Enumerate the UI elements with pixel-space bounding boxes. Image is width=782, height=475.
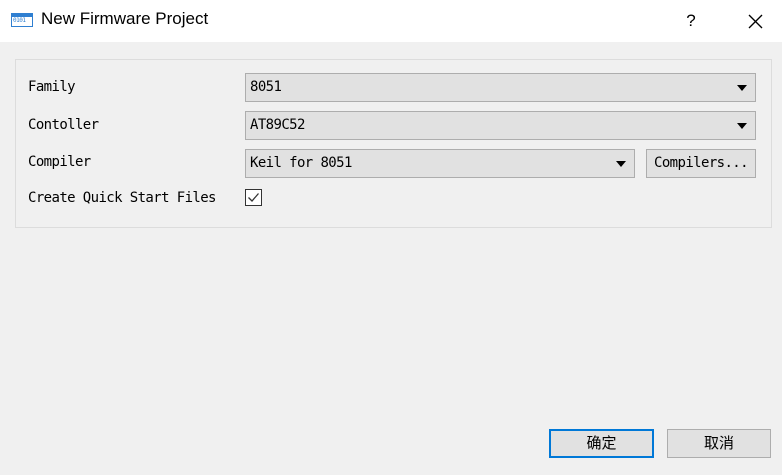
close-button[interactable] [737,6,773,36]
cancel-button[interactable]: 取消 [667,429,771,458]
chevron-down-icon [616,161,626,167]
compiler-label: Compiler [28,154,91,170]
checkmark-icon [248,193,259,202]
controller-label: Contoller [28,117,99,133]
title-bar: 0101 New Firmware Project ? [0,0,782,42]
app-icon-text: 0101 [13,17,26,24]
controller-value: AT89C52 [250,117,305,133]
chevron-down-icon [737,85,747,91]
window-title: New Firmware Project [41,9,209,28]
compiler-dropdown[interactable]: Keil for 8051 [245,149,635,178]
binary-app-icon: 0101 [11,13,33,27]
compiler-value: Keil for 8051 [250,155,352,171]
help-button[interactable]: ? [676,6,706,36]
controller-dropdown[interactable]: AT89C52 [245,111,756,140]
ok-button[interactable]: 确定 [549,429,654,458]
family-label: Family [28,79,76,95]
family-dropdown[interactable]: 8051 [245,73,756,102]
quick-start-label: Create Quick Start Files [28,190,216,206]
close-icon [748,14,763,29]
family-value: 8051 [250,79,282,95]
compilers-button[interactable]: Compilers... [646,149,756,178]
chevron-down-icon [737,123,747,129]
quick-start-checkbox[interactable] [245,189,262,206]
